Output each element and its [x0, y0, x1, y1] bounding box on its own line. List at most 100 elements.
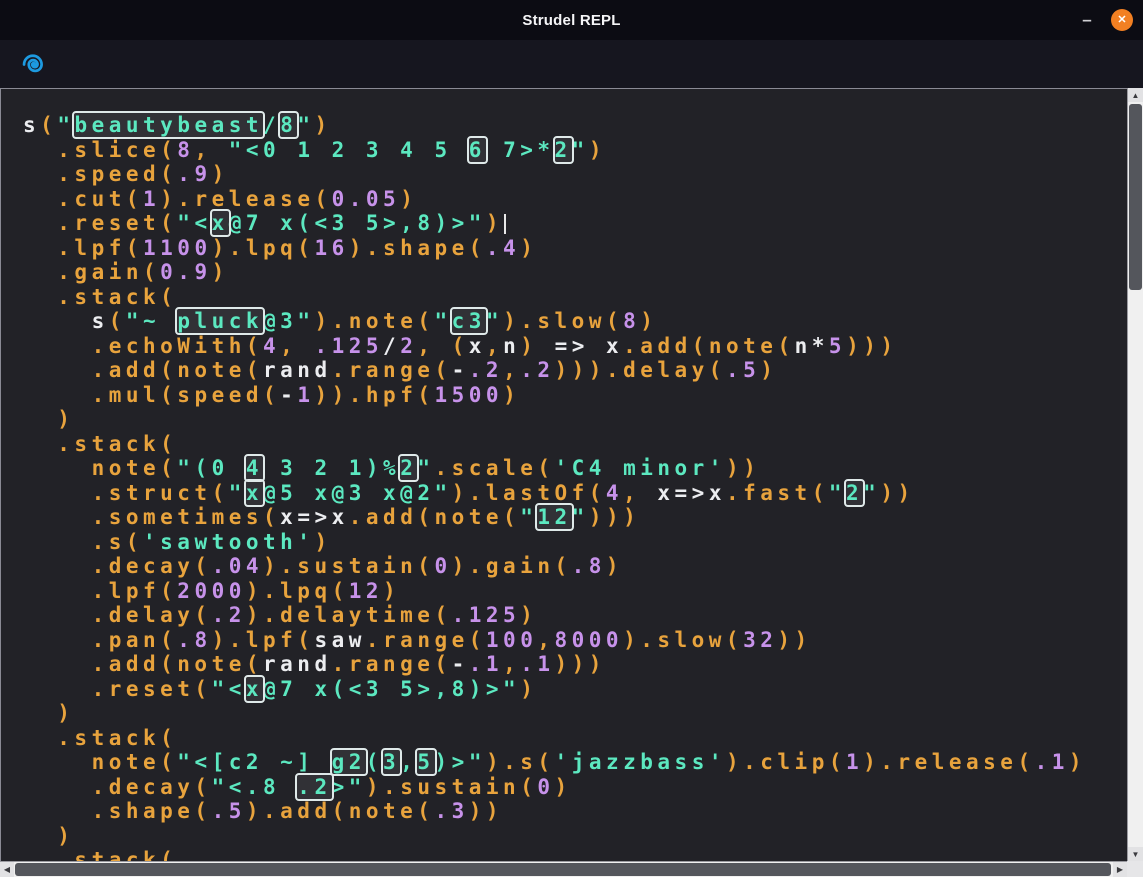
code-token: .sometimes( [23, 505, 280, 529]
code-token: ( [366, 750, 383, 774]
code-token: ).lastOf( [452, 481, 606, 505]
code-token: ).lpq( [212, 236, 315, 260]
code-line: .stack( [23, 285, 1127, 310]
code-token: ))) [589, 505, 640, 529]
code-token: ).lpq( [246, 579, 349, 603]
code-line: .pan(.8).lpf(saw.range(100,8000).slow(32… [23, 628, 1127, 653]
code-line: s("beautybeast/8") [23, 113, 1127, 138]
code-token: 7>* [486, 138, 555, 162]
code-token: speed [177, 383, 263, 407]
code-token: .add(note( [349, 505, 520, 529]
code-token: c3 [452, 309, 486, 333]
code-token: .1 [520, 652, 554, 676]
code-token: .fast( [726, 481, 829, 505]
code-token: 'jazzbass' [555, 750, 726, 774]
code-token: 3 2 1)% [263, 456, 400, 480]
code-token: .add(note( [23, 652, 263, 676]
code-token: , [623, 481, 657, 505]
code-token: ).release( [863, 750, 1034, 774]
code-token: "<.8 [212, 775, 298, 799]
code-token: .range( [366, 628, 486, 652]
code-token: ).shape( [349, 236, 486, 260]
code-token: / [263, 113, 280, 137]
code-token: "<[c2 ~] [177, 750, 331, 774]
minimize-button[interactable]: – [1078, 15, 1096, 25]
strudel-spiral-logo-icon[interactable] [20, 51, 47, 78]
code-token: x [246, 481, 263, 505]
code-token: 0.9 [160, 260, 211, 284]
code-token: " [435, 309, 452, 333]
code-token: ) [315, 113, 332, 137]
code-token: .stack( [23, 726, 177, 750]
code-token: )) [726, 456, 760, 480]
code-token: ).release( [160, 187, 331, 211]
code-token: .125 [314, 334, 383, 358]
code-token: x [709, 481, 726, 505]
code-token: , [503, 652, 520, 676]
scroll-left-icon[interactable]: ◀ [0, 862, 14, 877]
code-token: .stack( [23, 432, 177, 456]
code-line: .echoWith(4, .125/2, (x,n) => x.add(note… [23, 334, 1127, 359]
code-token: ).gain( [452, 554, 572, 578]
code-token: .8 [572, 554, 606, 578]
code-token: .struct( [23, 481, 229, 505]
code-token: 4 [263, 334, 280, 358]
code-token: ).clip( [726, 750, 846, 774]
code-token: ) [212, 162, 229, 186]
window-title: Strudel REPL [522, 12, 620, 29]
horizontal-scrollbar[interactable]: ◀ ▶ [0, 861, 1127, 877]
code-token: ) [212, 260, 229, 284]
horizontal-scrollbar-thumb[interactable] [15, 863, 1111, 876]
code-token: pluck [177, 309, 263, 333]
code-token: ) [640, 309, 657, 333]
code-token: .8 [177, 628, 211, 652]
code-token: " [520, 505, 537, 529]
vertical-scrollbar-thumb[interactable] [1129, 104, 1142, 290]
app-header [0, 40, 1143, 88]
code-token: " [349, 775, 366, 799]
code-token: ).lpf( [212, 628, 315, 652]
code-token: x [469, 334, 486, 358]
code-token: )> [435, 750, 469, 774]
code-token: .delay( [23, 603, 212, 627]
code-token: ) [1069, 750, 1086, 774]
code-token: ) [520, 603, 537, 627]
code-token: )) [777, 628, 811, 652]
code-token: - [452, 358, 469, 382]
code-token: "< [177, 211, 211, 235]
scroll-up-icon[interactable]: ▲ [1128, 88, 1143, 102]
code-token: .04 [212, 554, 263, 578]
code-token: .cut( [23, 187, 143, 211]
scroll-right-icon[interactable]: ▶ [1113, 862, 1127, 877]
code-token: s [23, 113, 40, 137]
code-token: g2 [332, 750, 366, 774]
code-token: > [332, 775, 349, 799]
scroll-down-icon[interactable]: ▼ [1128, 847, 1143, 861]
code-token: ) [606, 554, 623, 578]
code-token: x [246, 677, 263, 701]
code-token: 'C4 minor' [555, 456, 726, 480]
code-token: " [434, 481, 451, 505]
code-line: .s('sawtooth') [23, 530, 1127, 555]
code-token: .decay( [23, 775, 212, 799]
code-line: .add(note(rand.range(-.1,.1))) [23, 652, 1127, 677]
code-token: .2 [469, 358, 503, 382]
code-token: " [572, 138, 589, 162]
code-token: 4 [246, 456, 263, 480]
code-token: , [503, 358, 520, 382]
code-token: ) [589, 138, 606, 162]
code-token: 1500 [435, 383, 504, 407]
code-token: 1 [297, 383, 314, 407]
code-token: .reset( [23, 677, 212, 701]
code-token: 2000 [177, 579, 246, 603]
code-line: .reset("<x@7 x(<3 5>,8)>") [23, 211, 1127, 236]
vertical-scrollbar[interactable]: ▲ ▼ [1127, 88, 1143, 861]
code-token: .1 [1035, 750, 1069, 774]
code-token: 4 [606, 481, 623, 505]
code-token: => [537, 334, 606, 358]
close-button[interactable]: ✕ [1111, 9, 1133, 31]
code-editor[interactable]: s("beautybeast/8") .slice(8, "<0 1 2 3 4… [0, 88, 1127, 861]
code-token: .lpf( [23, 236, 143, 260]
code-token: 2 [400, 456, 417, 480]
code-token: 6 [469, 138, 486, 162]
